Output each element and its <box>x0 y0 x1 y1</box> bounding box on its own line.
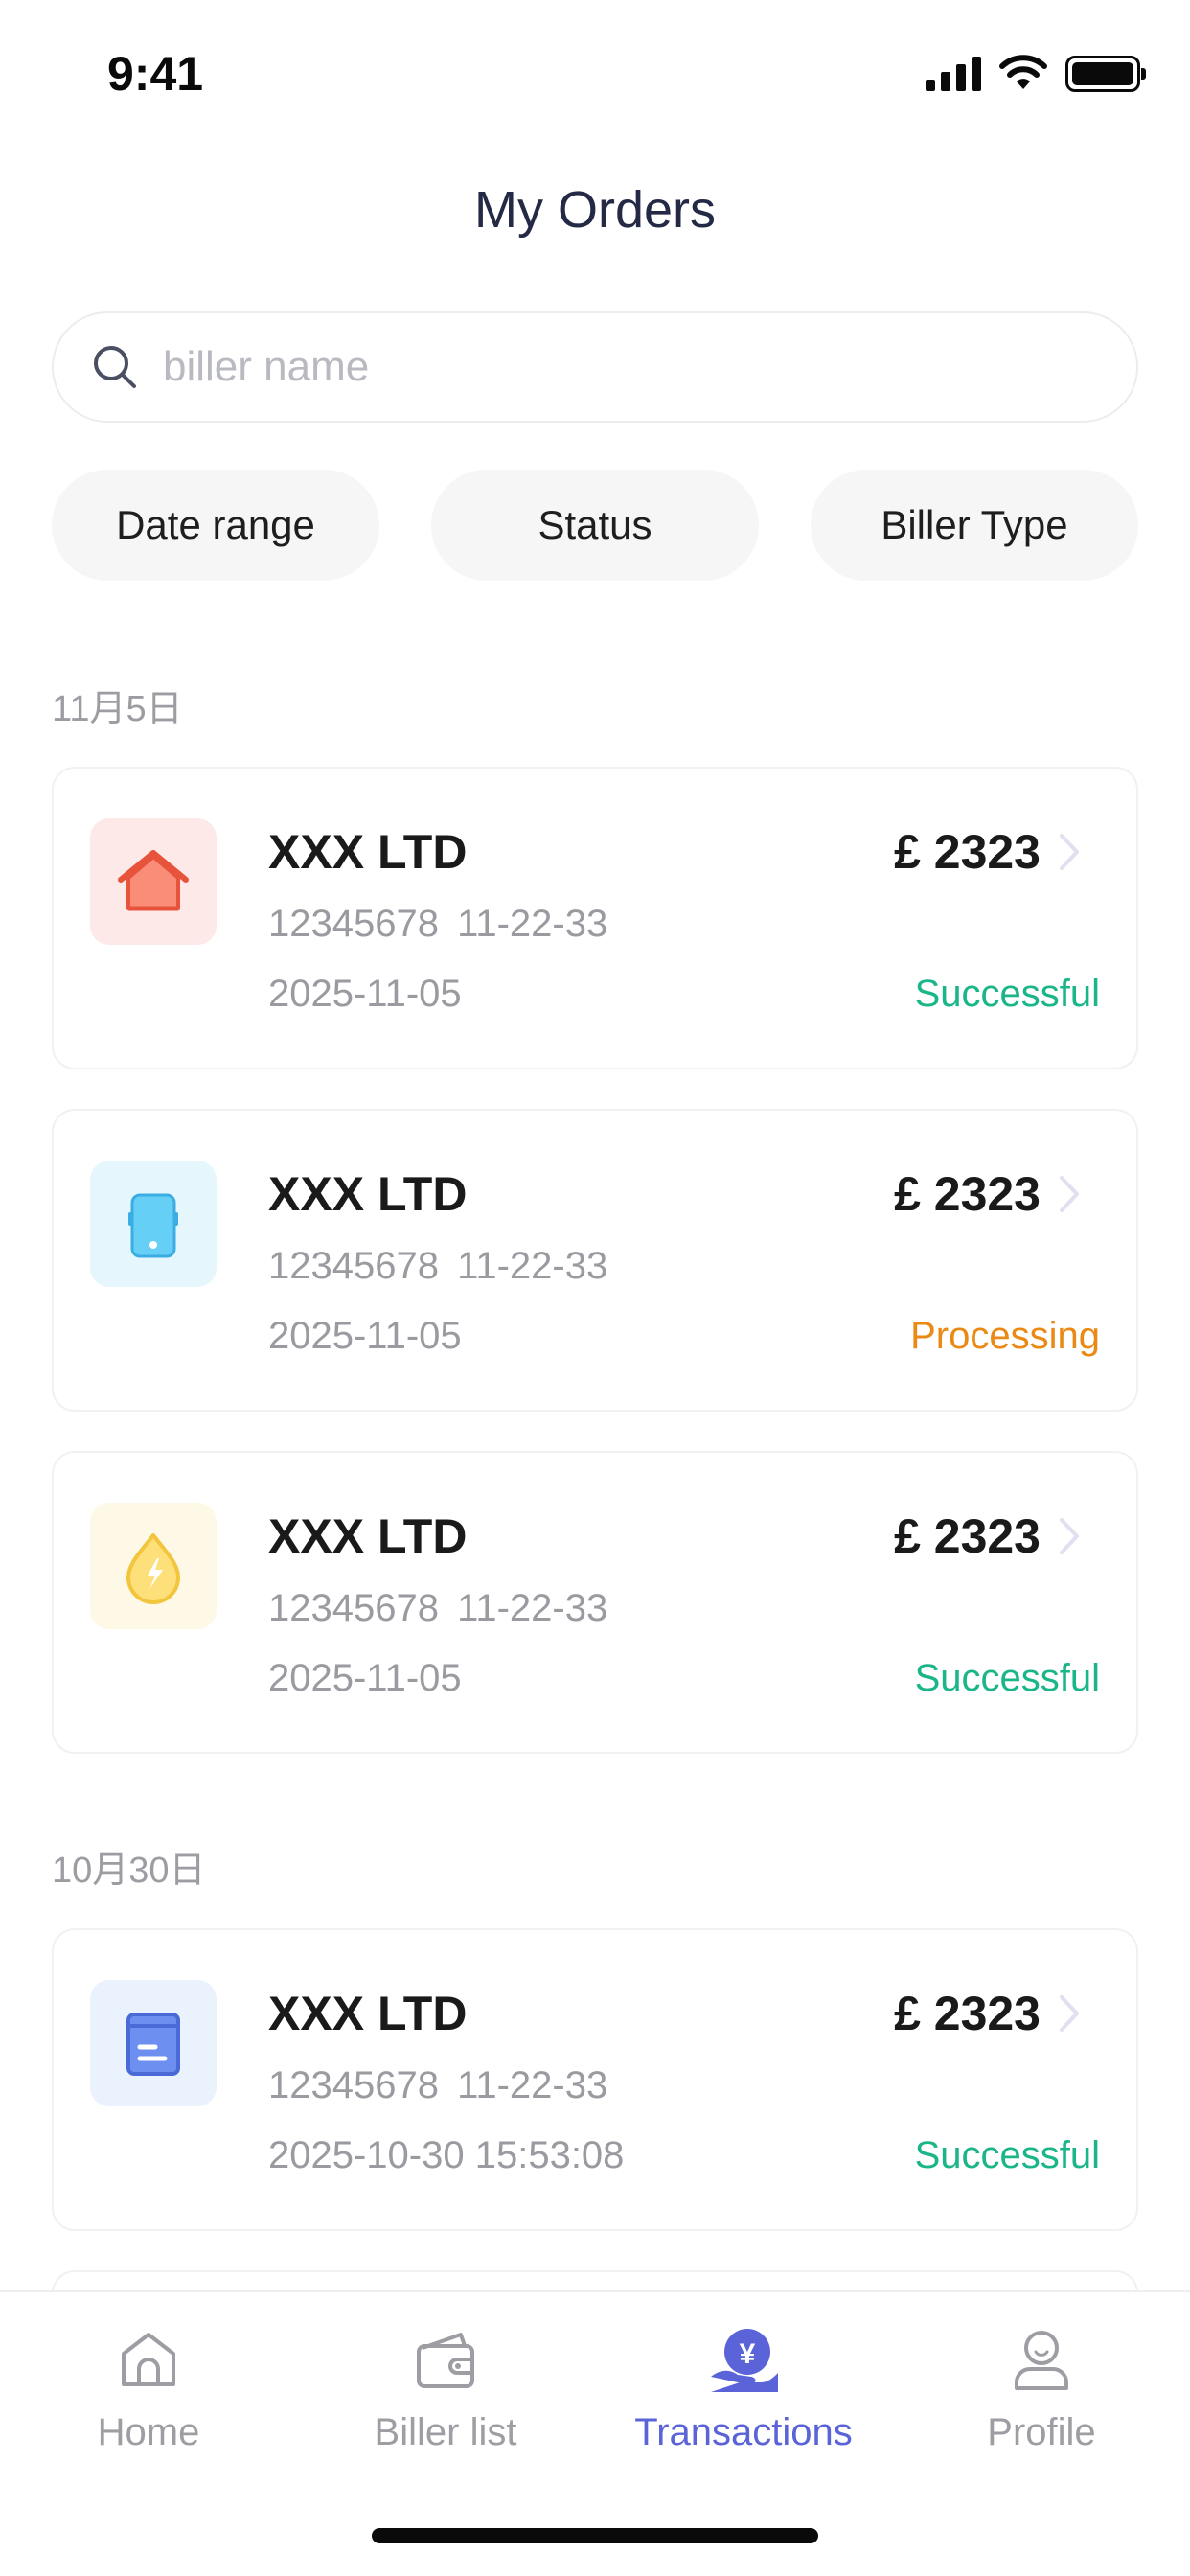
order-amount: £ 2323 <box>894 825 1041 879</box>
order-status: Successful <box>914 2134 1100 2176</box>
search-icon <box>88 340 142 394</box>
wifi-icon <box>999 55 1047 89</box>
order-biller-name: XXX LTD <box>268 1987 468 2040</box>
status-icons <box>926 53 1146 95</box>
order-card[interactable]: XXX LTD 12345678 11-22-33 2025-11-05 £ 2… <box>52 767 1138 1070</box>
order-card[interactable]: XXX LTD 12345678 11-22-33 2025-11-05 £ 2… <box>52 1109 1138 1412</box>
home-outline-icon <box>110 2321 187 2398</box>
wallet-icon <box>407 2321 484 2398</box>
tab-home-label: Home <box>97 2411 200 2453</box>
order-date: 2025-11-05 <box>268 1315 462 1357</box>
search-input[interactable] <box>163 343 1025 391</box>
tab-profile[interactable]: Profile <box>893 2321 1190 2454</box>
order-card[interactable]: XXX LTD 12345678 11-22-33 2025-10-30 15:… <box>52 1928 1138 2231</box>
chevron-right-icon <box>1060 1176 1079 1212</box>
home-icon <box>90 818 217 945</box>
chevron-right-icon <box>1060 1995 1079 2032</box>
order-date: 2025-11-05 <box>268 1657 462 1699</box>
orders-screen: 9:41 My Orders Date range Status B <box>0 0 1190 2576</box>
home-indicator[interactable] <box>372 2528 818 2543</box>
order-account: 12345678 11-22-33 <box>268 1245 608 1287</box>
chevron-right-icon <box>1060 1518 1079 1554</box>
order-biller-name: XXX LTD <box>268 1509 468 1563</box>
tab-biller-list[interactable]: Biller list <box>297 2321 594 2454</box>
energy-drop-icon <box>90 1503 217 1629</box>
status-time: 9:41 <box>107 47 204 101</box>
order-date: 2025-10-30 15:53:08 <box>268 2134 625 2176</box>
tab-biller-list-label: Biller list <box>374 2411 517 2453</box>
filter-biller-type[interactable]: Biller Type <box>811 470 1138 581</box>
signal-icon <box>926 57 981 91</box>
battery-icon <box>1065 56 1146 92</box>
status-bar: 9:41 <box>0 0 1190 144</box>
phone-icon <box>90 1161 217 1287</box>
filter-date-range[interactable]: Date range <box>52 470 379 581</box>
filter-status[interactable]: Status <box>431 470 759 581</box>
tab-profile-label: Profile <box>987 2411 1096 2453</box>
order-amount: £ 2323 <box>894 1509 1041 1563</box>
bill-card-icon <box>90 1980 217 2106</box>
order-status: Successful <box>914 973 1100 1015</box>
filter-bar: Date range Status Biller Type <box>52 470 1138 581</box>
chevron-right-icon <box>1060 834 1079 870</box>
order-date: 2025-11-05 <box>268 973 462 1015</box>
tab-home[interactable]: Home <box>0 2321 297 2454</box>
order-amount: £ 2323 <box>894 1987 1041 2040</box>
order-account: 12345678 11-22-33 <box>268 1587 608 1629</box>
order-amount: £ 2323 <box>894 1167 1041 1221</box>
order-card[interactable]: XXX LTD 12345678 11-22-33 2025-11-05 £ 2… <box>52 1451 1138 1754</box>
order-biller-name: XXX LTD <box>268 825 468 879</box>
yen-hand-icon: ¥ <box>705 2321 782 2398</box>
order-status: Successful <box>914 1657 1100 1699</box>
order-biller-name: XXX LTD <box>268 1167 468 1221</box>
search-box[interactable] <box>52 311 1138 423</box>
page-title: My Orders <box>473 181 717 239</box>
date-group-header: 11月5日 <box>52 689 183 729</box>
tab-transactions-label: Transactions <box>634 2411 853 2453</box>
order-account: 12345678 11-22-33 <box>268 903 608 945</box>
order-account: 12345678 11-22-33 <box>268 2064 608 2106</box>
svg-text:¥: ¥ <box>740 2338 756 2370</box>
order-status: Processing <box>910 1315 1100 1357</box>
profile-icon <box>1003 2321 1080 2398</box>
date-group-header: 10月30日 <box>52 1851 206 1891</box>
tab-transactions[interactable]: ¥ Transactions <box>595 2321 892 2454</box>
